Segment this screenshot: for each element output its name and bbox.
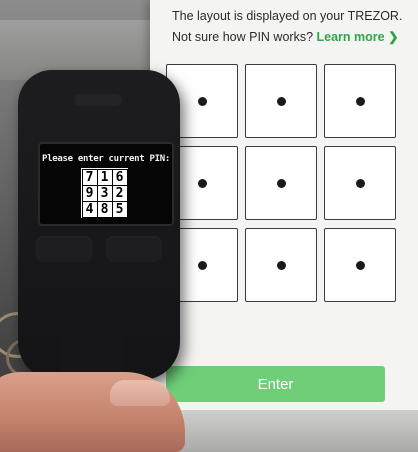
pin-dot-icon [356,97,365,106]
device-digit: 7 [81,168,98,186]
device-digit: 3 [96,184,113,202]
learn-more-link[interactable]: Learn more ❯ [317,30,399,44]
device-digit: 2 [111,184,128,202]
device-left-button[interactable] [36,236,92,262]
pin-button-3[interactable] [324,64,396,138]
pin-button-6[interactable] [324,146,396,220]
device-digit: 1 [96,168,113,186]
instruction-line-2: Not sure how PIN works? Learn more ❯ [172,27,412,48]
device-digit: 8 [96,200,113,218]
pin-matrix-grid [166,64,396,302]
pin-dot-icon [277,97,286,106]
device-digit: 9 [81,184,98,202]
trezor-logo [74,94,122,106]
pin-dot-icon [277,261,286,270]
enter-button[interactable]: Enter [166,366,385,402]
photo-scene: The layout is displayed on your TREZOR. … [0,0,418,452]
instruction-question: Not sure how PIN works? [172,30,314,44]
pin-dot-icon [356,179,365,188]
device-screen: Please enter current PIN: 7 1 6 9 3 2 4 … [38,142,174,226]
pin-dot-icon [198,97,207,106]
pin-instructions: The layout is displayed on your TREZOR. … [172,6,412,48]
device-pin-matrix: 7 1 6 9 3 2 4 8 5 [81,168,128,218]
device-pin-prompt: Please enter current PIN: [42,154,170,164]
pin-button-5[interactable] [245,146,317,220]
device-digit: 5 [111,200,128,218]
pin-button-2[interactable] [245,64,317,138]
pin-dot-icon [198,261,207,270]
instruction-line-1: The layout is displayed on your TREZOR. [172,9,403,23]
pin-dot-icon [356,261,365,270]
pin-button-8[interactable] [245,228,317,302]
pin-dot-icon [277,179,286,188]
pin-entry-screen: The layout is displayed on your TREZOR. … [150,0,418,420]
pin-button-9[interactable] [324,228,396,302]
device-digit: 6 [111,168,128,186]
pin-dot-icon [198,179,207,188]
fingernail [110,380,170,406]
device-right-button[interactable] [106,236,162,262]
device-digit: 4 [81,200,98,218]
